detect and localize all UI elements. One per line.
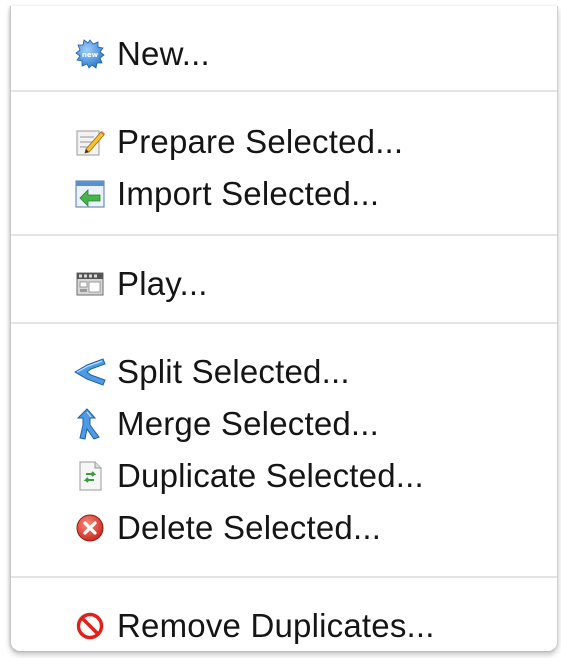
menu-item-new-label: New... xyxy=(117,35,210,72)
menu-separator xyxy=(11,322,557,324)
menu-item-duplicate-selected[interactable]: Duplicate Selected... xyxy=(71,450,543,502)
menu-item-merge-selected-label: Merge Selected... xyxy=(117,405,380,442)
merge-arrow-icon xyxy=(71,405,109,443)
menu-item-play-label: Play... xyxy=(117,265,208,302)
prohibited-icon xyxy=(71,607,109,645)
svg-text:new: new xyxy=(82,51,99,59)
menu-item-duplicate-selected-label: Duplicate Selected... xyxy=(117,457,424,494)
context-menu: new New... Prepare Selected... Import Se… xyxy=(10,6,558,652)
new-badge-icon: new xyxy=(71,35,109,73)
menu-separator xyxy=(11,90,557,92)
delete-x-icon xyxy=(71,509,109,547)
menu-item-remove-duplicates-label: Remove Duplicates... xyxy=(117,607,435,644)
duplicate-document-icon xyxy=(71,457,109,495)
menu-item-prepare-selected[interactable]: Prepare Selected... xyxy=(71,116,543,168)
import-arrow-icon xyxy=(71,175,109,213)
menu-item-prepare-selected-label: Prepare Selected... xyxy=(117,123,404,160)
menu-separator xyxy=(11,234,557,236)
menu-item-delete-selected[interactable]: Delete Selected... xyxy=(71,502,543,554)
menu-separator xyxy=(11,576,557,578)
menu-item-play[interactable]: Play... xyxy=(71,258,543,310)
menu-item-import-selected-label: Import Selected... xyxy=(117,175,380,212)
menu-item-remove-duplicates[interactable]: Remove Duplicates... xyxy=(71,600,543,652)
menu-item-new[interactable]: new New... xyxy=(71,28,543,80)
split-arrow-icon xyxy=(71,353,109,391)
play-film-icon xyxy=(71,265,109,303)
prepare-edit-icon xyxy=(71,123,109,161)
menu-item-merge-selected[interactable]: Merge Selected... xyxy=(71,398,543,450)
menu-item-split-selected-label: Split Selected... xyxy=(117,353,350,390)
menu-item-split-selected[interactable]: Split Selected... xyxy=(71,346,543,398)
menu-item-import-selected[interactable]: Import Selected... xyxy=(71,168,543,220)
menu-item-delete-selected-label: Delete Selected... xyxy=(117,509,382,546)
